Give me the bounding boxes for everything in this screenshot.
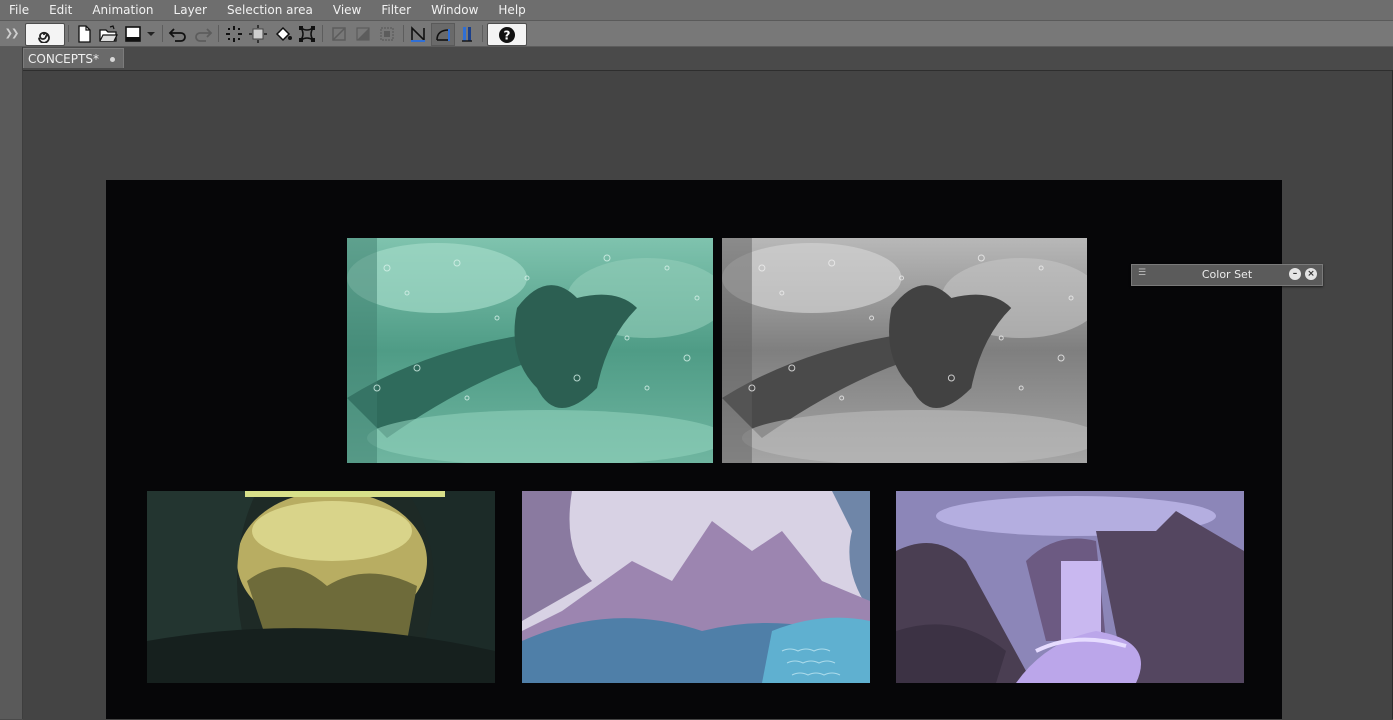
menu-view[interactable]: View (323, 0, 371, 20)
dropdown-arrow-icon[interactable] (144, 23, 158, 44)
menu-animation[interactable]: Animation (82, 0, 163, 20)
panel-minimize-icon[interactable]: – (1289, 268, 1301, 280)
open-file-icon[interactable] (97, 23, 119, 44)
artwork-waterfall (896, 491, 1244, 683)
panel-close-icon[interactable]: × (1305, 268, 1317, 280)
clear-icon[interactable] (223, 23, 245, 44)
snap-line-icon[interactable] (407, 23, 429, 44)
artwork-teal-underwater (347, 238, 713, 463)
menu-filter[interactable]: Filter (371, 0, 421, 20)
tab-concepts[interactable]: CONCEPTS* (23, 48, 124, 68)
new-file-icon[interactable] (74, 23, 94, 44)
command-bar: ❯❯ ? (0, 21, 1393, 47)
fill-icon[interactable] (272, 23, 294, 44)
redo-icon[interactable] (192, 23, 214, 44)
undo-icon[interactable] (167, 23, 189, 44)
menu-layer[interactable]: Layer (164, 0, 217, 20)
flip-icon[interactable] (352, 23, 374, 44)
crop-icon[interactable] (328, 23, 350, 44)
transform-icon[interactable] (296, 23, 318, 44)
save-icon[interactable] (122, 23, 144, 44)
snap-ruler-icon[interactable] (456, 23, 478, 44)
tab-close-icon[interactable] (110, 57, 115, 62)
tab-label: CONCEPTS* (28, 51, 99, 66)
menu-edit[interactable]: Edit (39, 0, 82, 20)
menu-selection-area[interactable]: Selection area (217, 0, 323, 20)
artwork-grayscale-underwater (722, 238, 1087, 463)
artwork-cave-opening (147, 491, 495, 683)
svg-text:?: ? (504, 28, 511, 42)
drawing-canvas[interactable] (106, 180, 1282, 719)
left-dock-strip (0, 47, 23, 719)
expand-dock-icon[interactable]: ❯❯ (0, 21, 22, 46)
menu-help[interactable]: Help (488, 0, 535, 20)
menu-file[interactable]: File (0, 0, 39, 20)
border-icon[interactable] (376, 23, 398, 44)
selection-fill-icon[interactable] (247, 23, 269, 44)
menu-window[interactable]: Window (421, 0, 488, 20)
help-icon[interactable]: ? (487, 23, 527, 46)
snap-angle-icon[interactable] (431, 23, 455, 46)
artwork-purple-mountains (522, 491, 870, 683)
spiral-logo-icon[interactable] (25, 23, 65, 46)
color-set-panel[interactable]: ☰ Color Set – × (1131, 264, 1323, 286)
menu-bar: File Edit Animation Layer Selection area… (0, 0, 1393, 21)
